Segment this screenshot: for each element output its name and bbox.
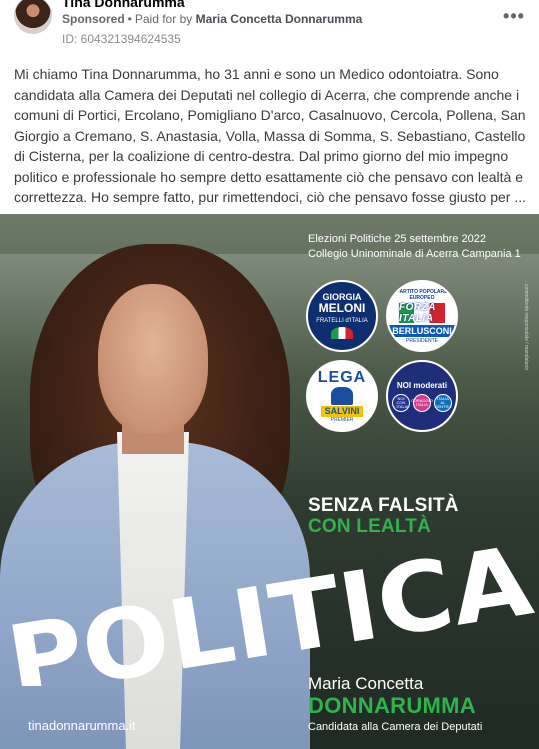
lega-logo: LEGA SALVINI PREMIER: [306, 360, 378, 432]
warrior-icon: [331, 387, 353, 405]
nm-dot-c: ITALIA AL CENTRO: [434, 393, 452, 412]
post-text: Mi chiamo Tina Donnarumma, ho 31 anni e …: [14, 66, 527, 205]
forza-italia-logo: PARTITO POPOLARE EUROPEO FORZA ITALIA BE…: [386, 280, 458, 352]
nm-sub-logos: NOI CON L'ITALIA CORAGGIO ITALIA ITALIA …: [392, 393, 452, 412]
ad-creative-image[interactable]: Elezioni Politiche 25 settembre 2022 Col…: [0, 214, 539, 749]
slogan-line-2: CON LEALTÀ: [308, 516, 432, 537]
candidate-face: [98, 284, 208, 434]
fi-top-text: PARTITO POPOLARE EUROPEO: [396, 288, 448, 301]
more-horizontal-icon: •••: [503, 5, 525, 26]
sponsored-label: Sponsored: [62, 12, 125, 26]
fi-flag-text: FORZA ITALIA: [399, 302, 445, 324]
fi-sub-text: PRESIDENTE: [406, 337, 438, 344]
paid-for-prefix: Paid for by: [134, 12, 193, 26]
noi-moderati-logo: NOI moderati NOI CON L'ITALIA CORAGGIO I…: [386, 360, 458, 432]
slogan-line-1: SENZA FALSITÀ: [308, 495, 459, 516]
page-avatar[interactable]: [14, 0, 52, 34]
fdi-sub-text: FRATELLI d'ITALIA: [316, 318, 368, 324]
vertical-disclaimer: committente responsabile / mandatario: [522, 283, 529, 371]
election-date: Elezioni Politiche 25 settembre 2022: [308, 233, 486, 245]
website-link[interactable]: tinadonnarumma.it: [28, 718, 136, 733]
payer-name[interactable]: Maria Concetta Donnarumma: [196, 12, 363, 26]
candidate-first-name: Maria Concetta: [308, 674, 424, 693]
candidate-role: Candidata alla Camera dei Deputati: [308, 721, 483, 733]
more-options-button[interactable]: •••: [503, 6, 525, 26]
election-info: Elezioni Politiche 25 settembre 2022 Col…: [308, 232, 521, 262]
ad-id: ID: 604321394624535: [62, 32, 181, 46]
election-constituency: Collegio Uninominale di Acerra Campania …: [308, 248, 521, 260]
nm-dot-b: CORAGGIO ITALIA: [411, 393, 433, 412]
nm-dot-a: NOI CON L'ITALIA: [392, 393, 410, 412]
fratelli-ditalia-logo: GIORGIA MELONI FRATELLI d'ITALIA: [306, 280, 378, 352]
ad-meta: Sponsored • Paid for by Maria Concetta Don…: [62, 12, 362, 26]
page-name[interactable]: Tina Donnarumma: [62, 0, 185, 10]
meta-separator: •: [127, 12, 132, 26]
post-header: Tina Donnarumma Sponsored • Paid for by Ma…: [0, 0, 539, 60]
lega-main-text: LEGA: [317, 369, 367, 386]
fi-name-text: BERLUSCONI: [388, 324, 456, 337]
nm-main-text: NOI moderati: [396, 380, 448, 390]
tricolor-flame-icon: [331, 327, 353, 339]
lega-name-text: SALVINI: [320, 406, 364, 417]
fdi-main-text: MELONI: [318, 301, 366, 315]
candidate-surname: DONNARUMMA: [308, 693, 476, 718]
lega-sub-text: PREMIER: [330, 417, 354, 423]
